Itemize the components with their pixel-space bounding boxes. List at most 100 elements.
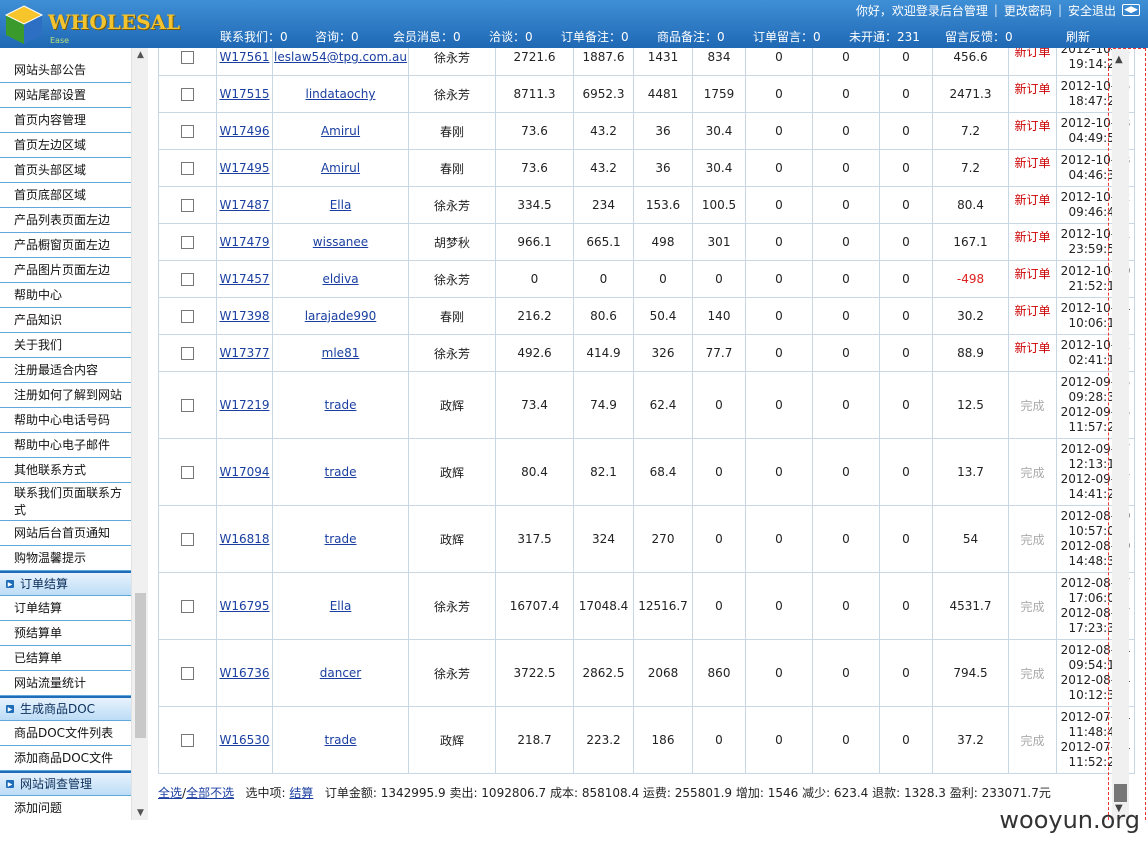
sidebar-item[interactable]: 首页左边区域 [0, 133, 131, 158]
status-cell[interactable]: 新订单 [1008, 260, 1057, 298]
customer-link[interactable]: trade [325, 465, 357, 479]
order-id-link[interactable]: W17457 [219, 272, 269, 286]
sidebar-item[interactable]: 首页底部区域 [0, 183, 131, 208]
sidebar-item[interactable]: 帮助中心电话号码 [0, 408, 131, 433]
sidebar-group-header[interactable]: ▶ 生成商品DOC [0, 696, 131, 721]
order-id-link[interactable]: W16795 [219, 599, 269, 613]
sidebar-item[interactable]: 购物温馨提示 [0, 546, 131, 571]
order-id-link[interactable]: W17496 [219, 124, 269, 138]
select-all-link[interactable]: 全选 [158, 786, 182, 800]
stat-item[interactable]: 商品备注：0 [657, 28, 753, 45]
order-id-link[interactable]: W17377 [219, 346, 269, 360]
deselect-all-link[interactable]: 全部不选 [186, 786, 234, 800]
row-checkbox[interactable] [181, 125, 194, 138]
sidebar-item[interactable]: 帮助中心 [0, 283, 131, 308]
customer-link[interactable]: Ella [330, 599, 352, 613]
sidebar-item[interactable]: 网站尾部设置 [0, 83, 131, 108]
refresh-link[interactable]: 刷新 [1066, 28, 1090, 45]
stat-item[interactable]: 未开通：231 [849, 28, 945, 45]
sidebar-item[interactable]: 产品列表页面左边 [0, 208, 131, 233]
sidebar-item[interactable]: 联系我们页面联系方式 [0, 483, 131, 521]
sidebar-item[interactable]: 产品橱窗页面左边 [0, 233, 131, 258]
change-password-link[interactable]: 更改密码 [1004, 2, 1052, 19]
customer-link[interactable]: mle81 [322, 346, 360, 360]
row-checkbox[interactable] [181, 236, 194, 249]
settle-link[interactable]: 结算 [289, 786, 313, 800]
customer-link[interactable]: Amirul [321, 161, 360, 175]
status-cell[interactable]: 新订单 [1008, 112, 1057, 150]
sidebar-scroll-thumb[interactable] [135, 593, 146, 738]
sidebar-item[interactable]: 帮助中心电子邮件 [0, 433, 131, 458]
sidebar-item[interactable]: 首页内容管理 [0, 108, 131, 133]
sidebar-item[interactable]: 已结算单 [0, 646, 131, 671]
stat-item[interactable]: 留言反馈：0 [945, 28, 1025, 45]
scroll-up-icon[interactable]: ▲ [135, 50, 146, 60]
sidebar-group-header[interactable]: ▶ 网站调查管理 [0, 771, 131, 796]
status-cell[interactable]: 完成 [1008, 371, 1057, 439]
customer-link[interactable]: wissanee [313, 235, 368, 249]
sidebar-item[interactable]: 商品DOC文件列表 [0, 721, 131, 746]
row-checkbox[interactable] [181, 347, 194, 360]
row-checkbox[interactable] [181, 310, 194, 323]
customer-link[interactable]: trade [325, 532, 357, 546]
row-checkbox[interactable] [181, 399, 194, 412]
sidebar-item[interactable]: 网站头部公告 [0, 58, 131, 83]
sidebar-item[interactable]: 订单结算 [0, 596, 131, 621]
order-id-link[interactable]: W16736 [219, 666, 269, 680]
menu-toggle-icon[interactable]: ◀▶ [1122, 4, 1140, 16]
order-id-link[interactable]: W17094 [219, 465, 269, 479]
customer-link[interactable]: eldiva [322, 272, 358, 286]
scroll-down-icon[interactable]: ▼ [135, 808, 146, 818]
customer-link[interactable]: lindataochy [306, 87, 376, 101]
status-cell[interactable]: 完成 [1008, 505, 1057, 573]
row-checkbox[interactable] [181, 273, 194, 286]
status-cell[interactable]: 新订单 [1008, 223, 1057, 261]
status-cell[interactable]: 新订单 [1008, 149, 1057, 187]
status-cell[interactable]: 新订单 [1008, 297, 1057, 335]
stat-item[interactable]: 咨询：0 [315, 28, 393, 45]
status-cell[interactable]: 完成 [1008, 639, 1057, 707]
sidebar-scrollbar[interactable]: ▲ ▼ [131, 48, 148, 820]
status-cell[interactable]: 新订单 [1008, 334, 1057, 372]
row-checkbox[interactable] [181, 533, 194, 546]
row-checkbox[interactable] [181, 162, 194, 175]
status-cell[interactable]: 新订单 [1008, 48, 1057, 76]
customer-link[interactable]: Ella [330, 198, 352, 212]
order-id-link[interactable]: W17479 [219, 235, 269, 249]
stat-item[interactable]: 联系我们：0 [220, 28, 315, 45]
row-checkbox[interactable] [181, 51, 194, 64]
customer-link[interactable]: trade [325, 733, 357, 747]
sidebar-item[interactable]: 产品图片页面左边 [0, 258, 131, 283]
customer-link[interactable]: larajade990 [305, 309, 377, 323]
order-id-link[interactable]: W17219 [219, 398, 269, 412]
stat-item[interactable]: 订单备注：0 [561, 28, 657, 45]
customer-link[interactable]: dancer [320, 666, 362, 680]
order-id-link[interactable]: W17495 [219, 161, 269, 175]
row-checkbox[interactable] [181, 199, 194, 212]
status-cell[interactable]: 完成 [1008, 572, 1057, 640]
status-cell[interactable]: 新订单 [1008, 75, 1057, 113]
sidebar-item[interactable]: 网站流量统计 [0, 671, 131, 696]
status-cell[interactable]: 完成 [1008, 438, 1057, 506]
row-checkbox[interactable] [181, 667, 194, 680]
sidebar-item[interactable]: 产品知识 [0, 308, 131, 333]
row-checkbox[interactable] [181, 600, 194, 613]
customer-link[interactable]: trade [325, 398, 357, 412]
row-checkbox[interactable] [181, 466, 194, 479]
logout-link[interactable]: 安全退出 [1068, 2, 1116, 19]
sidebar-item[interactable]: 预结算单 [0, 621, 131, 646]
customer-link[interactable]: leslaw54@tpg.com.au [274, 50, 407, 64]
status-cell[interactable]: 完成 [1008, 706, 1057, 774]
sidebar-group-header[interactable]: ▶ 订单结算 [0, 571, 131, 596]
sidebar-item[interactable]: 首页头部区域 [0, 158, 131, 183]
stat-item[interactable]: 订单留言：0 [753, 28, 849, 45]
sidebar-item[interactable]: 网站后台首页通知 [0, 521, 131, 546]
order-id-link[interactable]: W17515 [219, 87, 269, 101]
sidebar-item[interactable]: 注册如何了解到网站 [0, 383, 131, 408]
sidebar-item[interactable]: 关于我们 [0, 333, 131, 358]
row-checkbox[interactable] [181, 88, 194, 101]
order-id-link[interactable]: W17487 [219, 198, 269, 212]
sidebar-item[interactable]: 添加问题 [0, 796, 131, 820]
order-id-link[interactable]: W16818 [219, 532, 269, 546]
status-cell[interactable]: 新订单 [1008, 186, 1057, 224]
